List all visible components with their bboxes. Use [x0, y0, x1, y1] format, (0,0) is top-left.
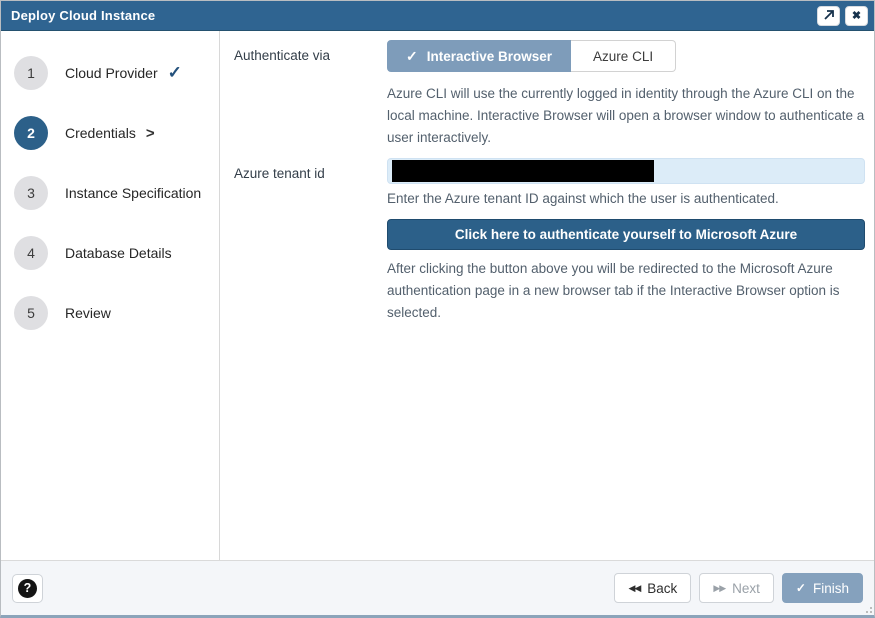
wizard-steps-sidebar: 1 Cloud Provider ✓ 2 Credentials > 3 Ins… [1, 31, 220, 560]
azure-tenant-id-row: Azure tenant id Enter the Azure tenant I… [234, 158, 865, 206]
step-label: Review [65, 305, 111, 321]
authenticate-azure-button[interactable]: Click here to authenticate yourself to M… [387, 219, 865, 250]
next-button-label: Next [732, 581, 760, 596]
maximize-button[interactable] [817, 6, 840, 26]
credentials-form: Authenticate via ✓ Interactive Browser A… [220, 31, 874, 560]
help-button[interactable]: ? [12, 574, 43, 603]
redacted-value-overlay [392, 160, 654, 182]
back-icon: ◀◀ [628, 583, 640, 594]
toggle-interactive-browser[interactable]: ✓ Interactive Browser [387, 40, 571, 72]
titlebar-buttons: ✖ [817, 6, 868, 26]
maximize-icon [823, 10, 834, 21]
azure-auth-help-text: After clicking the button above you will… [387, 258, 865, 324]
authenticate-via-label: Authenticate via [234, 40, 387, 149]
step-instance-specification[interactable]: 3 Instance Specification [1, 163, 219, 223]
step-credentials[interactable]: 2 Credentials > [1, 103, 219, 163]
azure-auth-row: Click here to authenticate yourself to M… [234, 219, 865, 324]
dialog-titlebar: Deploy Cloud Instance ✖ [1, 1, 874, 31]
step-database-details[interactable]: 4 Database Details [1, 223, 219, 283]
azure-tenant-id-input[interactable] [387, 158, 865, 184]
step-label: Credentials [65, 125, 136, 141]
authenticate-via-help-text: Azure CLI will use the currently logged … [387, 83, 865, 149]
toggle-azure-cli[interactable]: Azure CLI [571, 40, 676, 72]
step-label: Database Details [65, 245, 172, 261]
step-number-badge: 1 [14, 56, 48, 90]
step-review[interactable]: 5 Review [1, 283, 219, 343]
dialog-footer: ? ◀◀ Back ▶▶ Next ✓ Finish [1, 560, 874, 615]
step-cloud-provider[interactable]: 1 Cloud Provider ✓ [1, 43, 219, 103]
step-number-badge: 4 [14, 236, 48, 270]
finish-button[interactable]: ✓ Finish [782, 573, 863, 603]
toggle-option-label: Interactive Browser [427, 49, 552, 64]
next-button[interactable]: ▶▶ Next [699, 573, 774, 603]
step-label: Cloud Provider [65, 65, 158, 81]
deploy-cloud-instance-dialog: Deploy Cloud Instance ✖ 1 Cloud Provider… [0, 0, 875, 618]
next-icon: ▶▶ [713, 583, 725, 594]
step-label: Instance Specification [65, 185, 201, 201]
step-number-badge: 2 [14, 116, 48, 150]
azure-tenant-id-label: Azure tenant id [234, 158, 387, 206]
finish-button-label: Finish [813, 581, 849, 596]
authenticate-via-row: Authenticate via ✓ Interactive Browser A… [234, 40, 865, 149]
dialog-body: 1 Cloud Provider ✓ 2 Credentials > 3 Ins… [1, 31, 874, 560]
step-number-badge: 3 [14, 176, 48, 210]
authenticate-via-toggle: ✓ Interactive Browser Azure CLI [387, 40, 676, 72]
resize-grip[interactable] [862, 603, 872, 613]
close-button[interactable]: ✖ [845, 6, 868, 26]
close-icon: ✖ [852, 9, 861, 22]
selected-check-icon: ✓ [406, 48, 418, 65]
azure-tenant-id-help-text: Enter the Azure tenant ID against which … [387, 191, 865, 206]
footer-nav-buttons: ◀◀ Back ▶▶ Next ✓ Finish [614, 573, 863, 603]
back-button-label: Back [647, 581, 677, 596]
dialog-title: Deploy Cloud Instance [11, 8, 155, 23]
toggle-option-label: Azure CLI [593, 49, 653, 64]
step-number-badge: 5 [14, 296, 48, 330]
step-completed-check-icon: ✓ [168, 63, 182, 83]
finish-check-icon: ✓ [796, 581, 806, 595]
step-chevron-icon: > [146, 125, 155, 142]
help-icon: ? [18, 579, 37, 598]
back-button[interactable]: ◀◀ Back [614, 573, 691, 603]
